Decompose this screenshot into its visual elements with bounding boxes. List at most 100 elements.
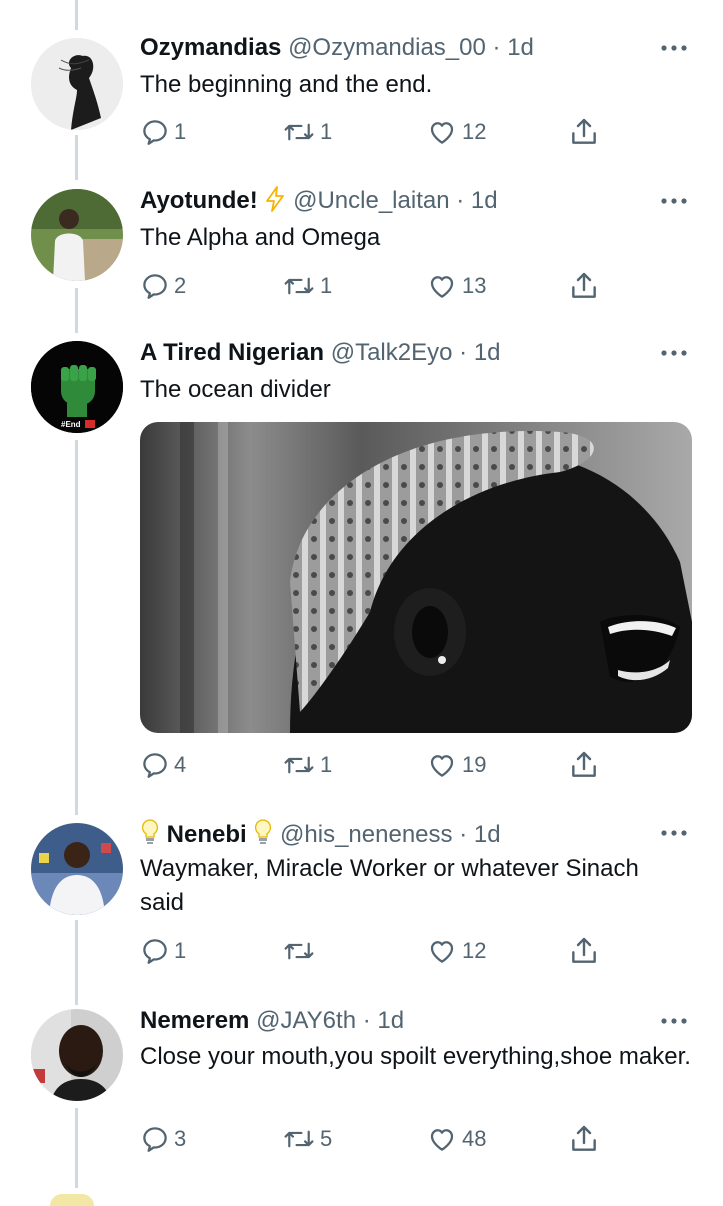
- avatar[interactable]: [31, 1009, 123, 1101]
- retweet-button[interactable]: 1: [282, 115, 332, 149]
- reply-count: 4: [174, 752, 187, 777]
- share-button[interactable]: [568, 115, 600, 149]
- display-name[interactable]: Nemerem: [140, 1007, 249, 1034]
- heart-icon: [430, 941, 454, 963]
- retweet-count: 1: [320, 752, 333, 777]
- tweet-text: Close your mouth,you spoilt everything,s…: [140, 1043, 691, 1070]
- more-options-icon[interactable]: [661, 350, 687, 356]
- like-button[interactable]: 19: [426, 748, 486, 782]
- like-button[interactable]: 12: [426, 115, 486, 149]
- tweet-text: Waymaker, Miracle Worker or whatever Sin…: [140, 855, 639, 916]
- separator: ·: [459, 339, 468, 366]
- retweet-button[interactable]: 5: [282, 1122, 332, 1156]
- reply-count: 1: [174, 119, 187, 144]
- timestamp[interactable]: 1d: [474, 821, 501, 848]
- retweet-icon: [284, 1130, 314, 1148]
- reply-icon: [143, 1127, 167, 1152]
- more-options-icon[interactable]: [661, 198, 687, 204]
- retweet-count: 5: [320, 1126, 333, 1151]
- lightbulb-icon: [255, 819, 272, 844]
- like-count: 12: [462, 119, 487, 144]
- action-bar: 4 1 19: [140, 748, 610, 782]
- heart-icon: [430, 276, 454, 298]
- tweet[interactable]: Ayotunde! @Uncle_laitan · 1d The Alpha a…: [0, 186, 723, 316]
- avatar-caption: #End: [61, 420, 81, 429]
- separator: ·: [362, 1007, 371, 1034]
- share-button[interactable]: [568, 934, 600, 968]
- retweet-button[interactable]: [282, 934, 320, 968]
- handle[interactable]: @JAY6th: [256, 1007, 356, 1034]
- share-button[interactable]: [568, 1122, 600, 1156]
- display-name[interactable]: Ayotunde!: [140, 187, 258, 214]
- thread-line: [75, 0, 78, 30]
- retweet-count: 1: [320, 119, 333, 144]
- avatar[interactable]: [31, 38, 123, 130]
- tweet-photo[interactable]: [140, 422, 692, 733]
- share-button[interactable]: [568, 748, 600, 782]
- reply-icon: [143, 274, 167, 299]
- share-icon: [572, 118, 596, 144]
- reply-button[interactable]: 3: [140, 1122, 186, 1156]
- avatar[interactable]: [31, 189, 123, 281]
- next-avatar-partial[interactable]: [50, 1194, 94, 1206]
- timestamp[interactable]: 1d: [377, 1007, 404, 1034]
- retweet-button[interactable]: 1: [282, 269, 332, 303]
- avatar[interactable]: [31, 823, 123, 915]
- retweet-count: 1: [320, 273, 333, 298]
- action-bar: 2 1 13: [140, 269, 610, 303]
- reply-count: 3: [174, 1126, 187, 1151]
- reply-icon: [143, 939, 167, 964]
- display-name[interactable]: Ozymandias: [140, 34, 281, 61]
- share-button[interactable]: [568, 269, 600, 303]
- retweet-button[interactable]: 1: [282, 748, 332, 782]
- tweet-text: The beginning and the end.: [140, 71, 433, 98]
- like-count: 12: [462, 938, 487, 963]
- lightning-icon: [266, 186, 285, 212]
- display-name[interactable]: A Tired Nigerian: [140, 339, 324, 366]
- more-options-icon[interactable]: [661, 45, 687, 51]
- heart-icon: [430, 122, 454, 144]
- heart-icon: [430, 1129, 454, 1151]
- tweet[interactable]: Nenebi @his_neneness · 1d Waymaker, Mira…: [0, 818, 723, 988]
- separator: ·: [459, 821, 468, 848]
- like-button[interactable]: 13: [426, 269, 486, 303]
- timestamp[interactable]: 1d: [474, 339, 501, 366]
- reply-icon: [143, 753, 167, 778]
- retweet-icon: [284, 123, 314, 141]
- tweet[interactable]: Ozymandias @Ozymandias_00 · 1d The begin…: [0, 33, 723, 163]
- handle[interactable]: @Ozymandias_00: [288, 34, 486, 61]
- tweet-text: The ocean divider: [140, 376, 331, 403]
- like-count: 13: [462, 273, 487, 298]
- reply-button[interactable]: 1: [140, 115, 186, 149]
- timestamp[interactable]: 1d: [507, 34, 534, 61]
- tweet-header: A Tired Nigerian @Talk2Eyo · 1d: [140, 338, 501, 368]
- tweet-header: Ozymandias @Ozymandias_00 · 1d: [140, 33, 534, 63]
- like-button[interactable]: 12: [426, 934, 486, 968]
- like-count: 19: [462, 752, 487, 777]
- action-bar: 1 1 12: [140, 115, 610, 149]
- timestamp[interactable]: 1d: [471, 187, 498, 214]
- tweet[interactable]: Nemerem @JAY6th · 1d Close your mouth,yo…: [0, 1006, 723, 1176]
- handle[interactable]: @Uncle_laitan: [293, 187, 449, 214]
- avatar[interactable]: #End: [31, 341, 123, 433]
- more-options-icon[interactable]: [661, 830, 687, 836]
- reply-count: 1: [174, 938, 187, 963]
- lightbulb-icon: [141, 819, 159, 844]
- reply-button[interactable]: 4: [140, 748, 186, 782]
- reply-count: 2: [174, 273, 187, 298]
- retweet-icon: [284, 277, 314, 295]
- display-name[interactable]: Nenebi: [167, 821, 247, 848]
- separator: ·: [492, 34, 501, 61]
- more-options-icon[interactable]: [661, 1018, 687, 1024]
- action-bar: 1 12: [140, 934, 610, 968]
- retweet-icon: [284, 756, 314, 774]
- reply-button[interactable]: 1: [140, 934, 186, 968]
- like-button[interactable]: 48: [426, 1122, 486, 1156]
- tweet-header: Nenebi @his_neneness · 1d: [140, 818, 501, 850]
- reply-button[interactable]: 2: [140, 269, 186, 303]
- handle[interactable]: @Talk2Eyo: [331, 339, 453, 366]
- tweet[interactable]: #End A Tired Nigerian @Talk2Eyo · 1d The…: [0, 338, 723, 798]
- tweet-header: Nemerem @JAY6th · 1d: [140, 1006, 404, 1036]
- share-icon: [572, 751, 596, 777]
- handle[interactable]: @his_neneness: [280, 821, 452, 848]
